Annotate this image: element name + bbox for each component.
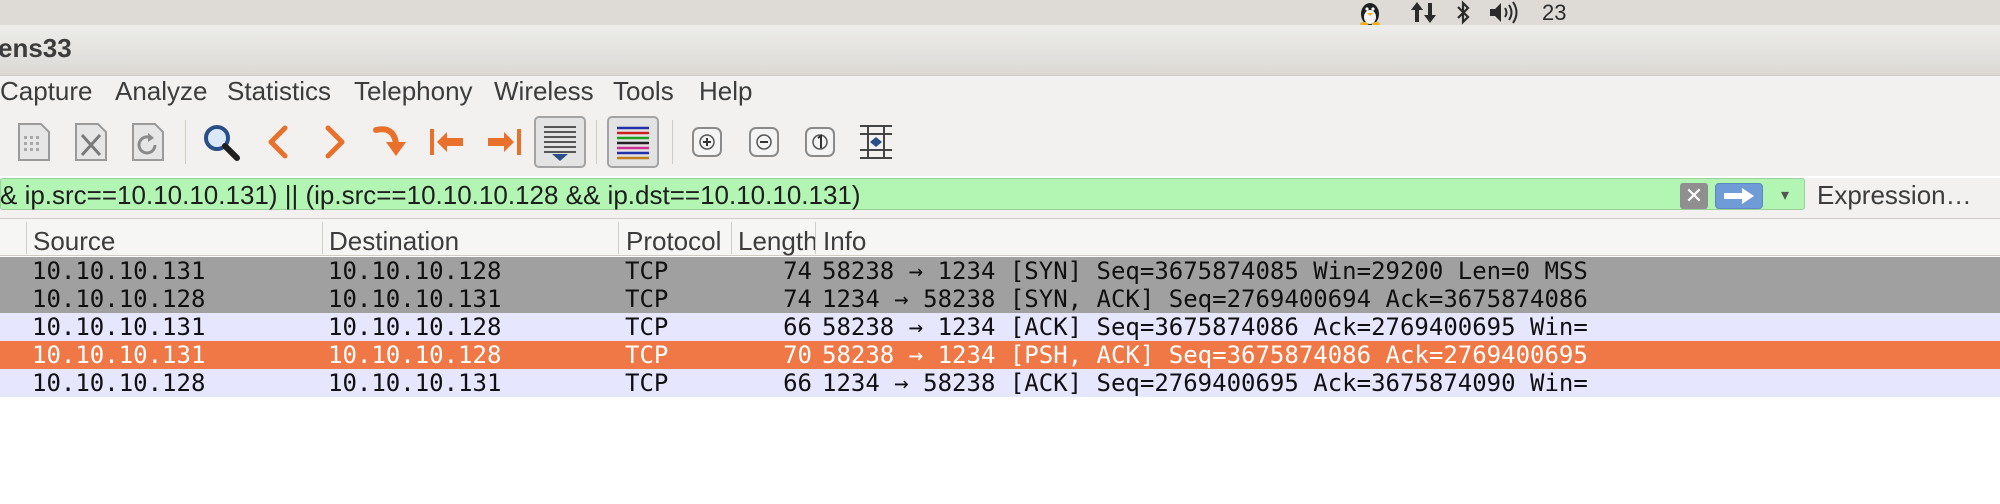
packet-protocol: TCP [625, 257, 669, 285]
column-divider[interactable] [815, 222, 816, 254]
penguin-icon[interactable] [1355, 0, 1385, 25]
last-packet-icon[interactable] [478, 116, 530, 168]
column-header-source[interactable]: Source [33, 226, 115, 257]
close-file-icon[interactable] [65, 116, 117, 168]
packet-row[interactable]: 10.10.10.128 10.10.10.131 TCP 74 1234 → … [0, 285, 2000, 313]
clock[interactable]: 23 [1542, 0, 1566, 25]
find-packet-icon[interactable] [195, 116, 247, 168]
column-divider[interactable] [322, 222, 323, 254]
packet-source: 10.10.10.128 [32, 369, 206, 397]
packet-destination: 10.10.10.131 [328, 285, 502, 313]
colorize-icon[interactable] [607, 116, 659, 168]
menu-capture[interactable]: Capture [0, 76, 93, 107]
display-filter-text[interactable]: & ip.src==10.10.10.131) || (ip.src==10.1… [0, 180, 861, 211]
column-header-info[interactable]: Info [823, 226, 866, 257]
zoom-in-icon[interactable] [681, 116, 733, 168]
menu-help[interactable]: Help [699, 76, 752, 107]
system-top-bar [0, 0, 2000, 25]
autoscroll-icon[interactable] [534, 116, 586, 168]
network-arrows-icon[interactable] [1410, 0, 1438, 25]
go-forward-icon[interactable] [309, 116, 361, 168]
packet-protocol: TCP [625, 369, 669, 397]
reload-file-icon[interactable] [122, 116, 174, 168]
menu-telephony[interactable]: Telephony [354, 76, 473, 107]
go-to-packet-icon[interactable] [364, 116, 416, 168]
packet-length: 66 [783, 313, 812, 341]
clear-filter-icon[interactable]: ✕ [1680, 183, 1708, 209]
packet-info: 1234 → 58238 [SYN, ACK] Seq=2769400694 A… [822, 285, 1588, 313]
packet-row[interactable]: 10.10.10.128 10.10.10.131 TCP 66 1234 → … [0, 369, 2000, 397]
packet-protocol: TCP [625, 285, 669, 313]
toolbar-separator [185, 120, 186, 164]
column-header-protocol[interactable]: Protocol [626, 226, 721, 257]
resize-columns-icon[interactable] [850, 116, 902, 168]
expression-button[interactable]: Expression… [1817, 180, 1972, 211]
column-header-length[interactable]: Length [738, 226, 818, 257]
packet-protocol: TCP [625, 341, 669, 369]
packet-row[interactable]: 10.10.10.131 10.10.10.128 TCP 74 58238 →… [0, 257, 2000, 285]
column-divider[interactable] [26, 222, 27, 254]
normal-size-icon[interactable] [794, 116, 846, 168]
window-titlebar [0, 25, 2000, 76]
packet-protocol: TCP [625, 313, 669, 341]
column-divider[interactable] [731, 222, 732, 254]
apply-filter-icon[interactable] [1715, 183, 1763, 209]
volume-icon[interactable] [1488, 0, 1522, 25]
filter-history-dropdown-icon[interactable]: ▾ [1770, 183, 1800, 209]
packet-info: 58238 → 1234 [SYN] Seq=3675874085 Win=29… [822, 257, 1588, 285]
packet-source: 10.10.10.131 [32, 313, 206, 341]
bluetooth-icon[interactable] [1455, 0, 1471, 25]
packet-length: 66 [783, 369, 812, 397]
packet-destination: 10.10.10.131 [328, 369, 502, 397]
menu-statistics[interactable]: Statistics [227, 76, 331, 107]
toolbar-separator [672, 120, 673, 164]
packet-source: 10.10.10.128 [32, 285, 206, 313]
open-file-icon[interactable] [8, 116, 60, 168]
packet-destination: 10.10.10.128 [328, 257, 502, 285]
packet-source: 10.10.10.131 [32, 341, 206, 369]
column-divider[interactable] [618, 222, 619, 254]
packet-list-header [0, 218, 2000, 256]
packet-info: 58238 → 1234 [ACK] Seq=3675874086 Ack=27… [822, 313, 1588, 341]
packet-source: 10.10.10.131 [32, 257, 206, 285]
packet-info: 58238 → 1234 [PSH, ACK] Seq=3675874086 A… [822, 341, 1588, 369]
packet-length: 74 [783, 257, 812, 285]
packet-length: 70 [783, 341, 812, 369]
zoom-out-icon[interactable] [738, 116, 790, 168]
packet-length: 74 [783, 285, 812, 313]
first-packet-icon[interactable] [421, 116, 473, 168]
window-title: ens33 [0, 33, 72, 63]
go-back-icon[interactable] [252, 116, 304, 168]
menu-analyze[interactable]: Analyze [115, 76, 208, 107]
toolbar-separator [596, 120, 597, 164]
column-header-destination[interactable]: Destination [329, 226, 459, 257]
packet-destination: 10.10.10.128 [328, 313, 502, 341]
packet-destination: 10.10.10.128 [328, 341, 502, 369]
packet-row[interactable]: 10.10.10.131 10.10.10.128 TCP 66 58238 →… [0, 313, 2000, 341]
packet-row[interactable]: 10.10.10.131 10.10.10.128 TCP 70 58238 →… [0, 341, 2000, 369]
packet-info: 1234 → 58238 [ACK] Seq=2769400695 Ack=36… [822, 369, 1588, 397]
menu-wireless[interactable]: Wireless [494, 76, 594, 107]
menu-tools[interactable]: Tools [613, 76, 674, 107]
